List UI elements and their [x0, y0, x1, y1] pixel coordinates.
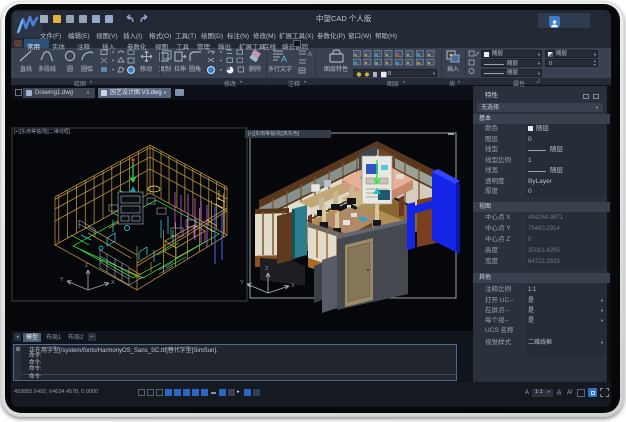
svg-text:Y: Y: [60, 277, 64, 283]
svg-text:A: A: [308, 52, 312, 58]
svg-text:X: X: [291, 283, 295, 289]
svg-text:A: A: [281, 54, 287, 63]
svg-text:X: X: [111, 280, 115, 286]
svg-text:Y: Y: [240, 280, 244, 286]
